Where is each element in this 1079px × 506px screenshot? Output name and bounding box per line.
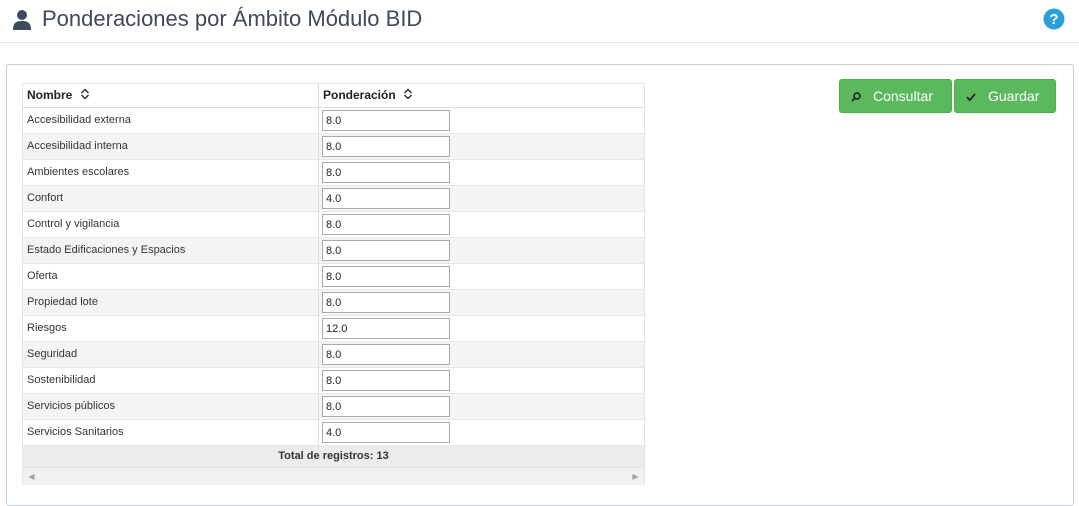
cell-ponderacion xyxy=(319,290,642,315)
ponderacion-input[interactable] xyxy=(322,370,450,391)
ponderacion-input[interactable] xyxy=(322,318,450,339)
cell-nombre: Seguridad xyxy=(23,342,319,367)
ponderaciones-grid: Nombre Ponderación Accesibilidad externa… xyxy=(22,83,645,485)
table-row: Sostenibilidad xyxy=(23,368,644,394)
column-label: Ponderación xyxy=(323,88,396,102)
cell-ponderacion xyxy=(319,264,642,289)
record-count: Total de registros: 13 xyxy=(23,446,644,467)
guardar-label: Guardar xyxy=(988,88,1040,104)
scroll-right-arrow-icon[interactable]: ▶ xyxy=(627,468,644,485)
cell-nombre: Accesibilidad interna xyxy=(23,134,319,159)
ponderacion-input[interactable] xyxy=(322,422,450,443)
cell-nombre: Propiedad lote xyxy=(23,290,319,315)
ponderacion-input[interactable] xyxy=(322,396,450,417)
grid-header: Nombre Ponderación xyxy=(23,84,644,108)
cell-nombre: Confort xyxy=(23,186,319,211)
column-header-nombre[interactable]: Nombre xyxy=(23,84,319,107)
table-row: Propiedad lote xyxy=(23,290,644,316)
table-row: Control y vigilancia xyxy=(23,212,644,238)
column-header-ponderacion[interactable]: Ponderación xyxy=(319,84,642,107)
page-title: Ponderaciones por Ámbito Módulo BID xyxy=(42,6,423,31)
user-icon xyxy=(13,10,31,30)
cell-ponderacion xyxy=(319,368,642,393)
cell-nombre: Oferta xyxy=(23,264,319,289)
cell-ponderacion xyxy=(319,420,642,445)
ponderacion-input[interactable] xyxy=(322,344,450,365)
guardar-button[interactable]: Guardar xyxy=(954,79,1056,113)
table-row: Accesibilidad interna xyxy=(23,134,644,160)
ponderacion-input[interactable] xyxy=(322,188,450,209)
grid-body: Accesibilidad externa Accesibilidad inte… xyxy=(23,108,644,446)
table-row: Ambientes escolares xyxy=(23,160,644,186)
check-icon xyxy=(966,93,976,102)
cell-ponderacion xyxy=(319,160,642,185)
cell-nombre: Control y vigilancia xyxy=(23,212,319,237)
table-row: Accesibilidad externa xyxy=(23,108,644,134)
ponderacion-input[interactable] xyxy=(322,240,450,261)
page-header: Ponderaciones por Ámbito Módulo BID ? xyxy=(0,0,1079,43)
table-row: Servicios públicos xyxy=(23,394,644,420)
table-row: Oferta xyxy=(23,264,644,290)
cell-nombre: Riesgos xyxy=(23,316,319,341)
sort-icon[interactable] xyxy=(80,88,90,100)
scroll-left-arrow-icon[interactable]: ◀ xyxy=(23,468,40,485)
cell-ponderacion xyxy=(319,342,642,367)
horizontal-scrollbar[interactable]: ◀ ▶ xyxy=(23,467,644,485)
table-row: Riesgos xyxy=(23,316,644,342)
help-icon[interactable]: ? xyxy=(1043,8,1065,30)
ponderacion-input[interactable] xyxy=(322,162,450,183)
table-row: Confort xyxy=(23,186,644,212)
column-label: Nombre xyxy=(27,88,73,102)
ponderacion-input[interactable] xyxy=(322,266,450,287)
cell-nombre: Servicios públicos xyxy=(23,394,319,419)
cell-ponderacion xyxy=(319,186,642,211)
cell-nombre: Accesibilidad externa xyxy=(23,108,319,133)
cell-ponderacion xyxy=(319,108,642,133)
consultar-label: Consultar xyxy=(873,88,933,104)
cell-ponderacion xyxy=(319,316,642,341)
table-row: Seguridad xyxy=(23,342,644,368)
table-row: Estado Edificaciones y Espacios xyxy=(23,238,644,264)
sort-icon[interactable] xyxy=(403,88,413,100)
cell-nombre: Sostenibilidad xyxy=(23,368,319,393)
cell-nombre: Servicios Sanitarios xyxy=(23,420,319,445)
cell-nombre: Ambientes escolares xyxy=(23,160,319,185)
ponderacion-input[interactable] xyxy=(322,110,450,131)
ponderacion-input[interactable] xyxy=(322,136,450,157)
cell-nombre: Estado Edificaciones y Espacios xyxy=(23,238,319,263)
cell-ponderacion xyxy=(319,238,642,263)
cell-ponderacion xyxy=(319,134,642,159)
cell-ponderacion xyxy=(319,394,642,419)
svg-text:?: ? xyxy=(1049,11,1058,28)
ponderacion-input[interactable] xyxy=(322,214,450,235)
consultar-button[interactable]: Consultar xyxy=(839,79,952,113)
ponderacion-input[interactable] xyxy=(322,292,450,313)
cell-ponderacion xyxy=(319,212,642,237)
table-row: Servicios Sanitarios xyxy=(23,420,644,446)
search-icon xyxy=(851,92,861,102)
